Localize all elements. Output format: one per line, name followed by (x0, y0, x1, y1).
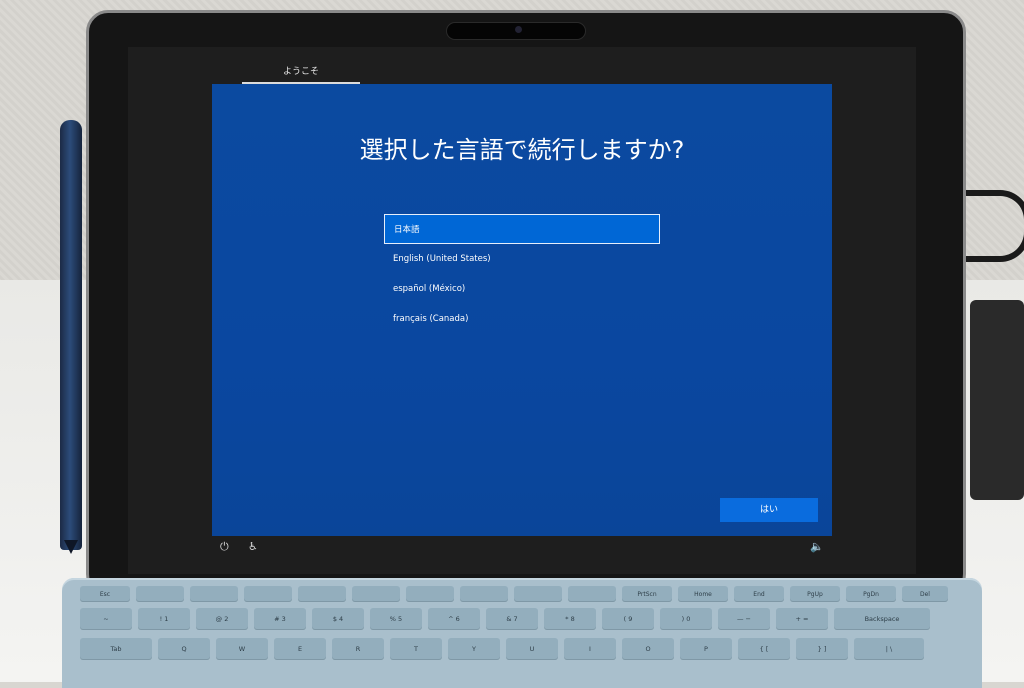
key-home[interactable]: Home (678, 586, 728, 602)
key-9[interactable]: ( 9 (602, 608, 654, 630)
key-tilde[interactable]: ~ (80, 608, 132, 630)
accessibility-icon[interactable]: ♿ (248, 540, 258, 553)
tab-welcome: ようこそ (242, 64, 360, 86)
key-o[interactable]: O (622, 638, 674, 660)
key-r[interactable]: R (332, 638, 384, 660)
key-2[interactable]: @ 2 (196, 608, 248, 630)
key-p[interactable]: P (680, 638, 732, 660)
key-w[interactable]: W (216, 638, 268, 660)
key-f1[interactable] (136, 586, 184, 602)
key-i[interactable]: I (564, 638, 616, 660)
key-u[interactable]: U (506, 638, 558, 660)
language-option[interactable]: 日本語 (384, 214, 660, 244)
usb-cable (962, 190, 1024, 262)
key-bracket-right[interactable]: } ] (796, 638, 848, 660)
key-equals[interactable]: + = (776, 608, 828, 630)
key-f5[interactable] (352, 586, 400, 602)
key-backslash[interactable]: | \ (854, 638, 924, 660)
yes-button[interactable]: はい (720, 498, 818, 522)
key-0[interactable]: ) 0 (660, 608, 712, 630)
key-1[interactable]: ! 1 (138, 608, 190, 630)
key-pgup[interactable]: PgUp (790, 586, 840, 602)
key-y[interactable]: Y (448, 638, 500, 660)
key-f6[interactable] (406, 586, 454, 602)
key-q[interactable]: Q (158, 638, 210, 660)
camera-lens (515, 26, 522, 33)
key-pgdn[interactable]: PgDn (846, 586, 896, 602)
key-f8[interactable] (514, 586, 562, 602)
power-icon[interactable]: ⏻ (220, 540, 229, 554)
key-backspace[interactable]: Backspace (834, 608, 930, 630)
volume-icon[interactable]: 🔈 (810, 540, 824, 553)
language-option[interactable]: español (México) (384, 274, 660, 304)
key-del[interactable]: Del (902, 586, 948, 602)
key-f3[interactable] (244, 586, 292, 602)
oobe-status-bar: ⏻ ♿ 🔈 (212, 540, 832, 560)
key-end[interactable]: End (734, 586, 784, 602)
keyboard-fn-row: Esc PrtScn Home End PgUp PgDn Del (80, 586, 948, 602)
key-7[interactable]: & 7 (486, 608, 538, 630)
language-option[interactable]: français (Canada) (384, 304, 660, 334)
key-4[interactable]: $ 4 (312, 608, 364, 630)
key-f7[interactable] (460, 586, 508, 602)
key-f2[interactable] (190, 586, 238, 602)
keyboard-number-row: ~ ! 1 @ 2 # 3 $ 4 % 5 ^ 6 & 7 * 8 ( 9 ) … (80, 608, 930, 630)
key-esc[interactable]: Esc (80, 586, 130, 602)
key-prtscn[interactable]: PrtScn (622, 586, 672, 602)
key-t[interactable]: T (390, 638, 442, 660)
tab-welcome-label: ようこそ (282, 67, 319, 77)
key-f4[interactable] (298, 586, 346, 602)
keyboard: Esc PrtScn Home End PgUp PgDn Del ~ ! 1 … (62, 578, 982, 688)
key-tab[interactable]: Tab (80, 638, 152, 660)
language-option[interactable]: English (United States) (384, 244, 660, 274)
key-3[interactable]: # 3 (254, 608, 306, 630)
key-bracket-left[interactable]: { [ (738, 638, 790, 660)
key-e[interactable]: E (274, 638, 326, 660)
oobe-panel: 選択した言語で続行しますか? 日本語 English (United State… (212, 84, 832, 536)
key-minus[interactable]: — − (718, 608, 770, 630)
key-5[interactable]: % 5 (370, 608, 422, 630)
key-6[interactable]: ^ 6 (428, 608, 480, 630)
page-title: 選択した言語で続行しますか? (359, 136, 685, 164)
key-f9[interactable] (568, 586, 616, 602)
key-8[interactable]: * 8 (544, 608, 596, 630)
keyboard-top-row: Tab Q W E R T Y U I O P { [ } ] | \ (80, 638, 924, 660)
language-list: 日本語 English (United States) español (Méx… (384, 214, 660, 334)
usb-cable-plug (970, 300, 1024, 500)
stylus-pen (60, 120, 82, 550)
